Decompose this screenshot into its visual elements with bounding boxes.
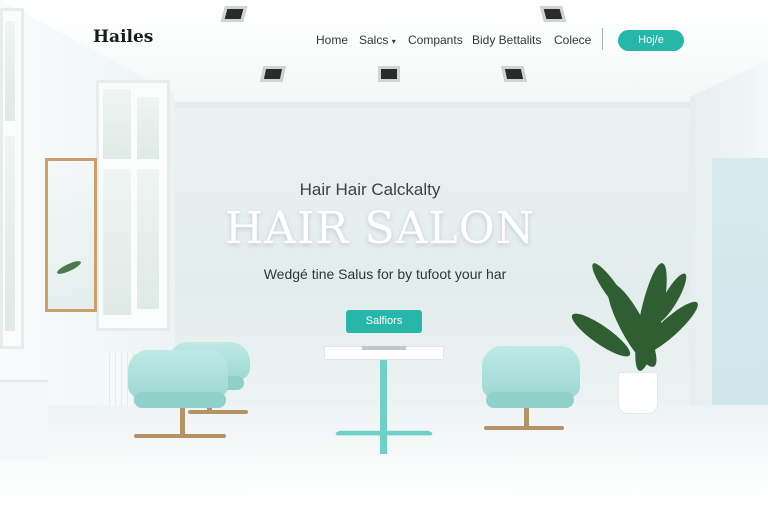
hero-cta-button[interactable]: Salfiors: [346, 310, 422, 333]
window-left-near: [96, 80, 170, 331]
window-pane: [5, 21, 15, 121]
ceiling-edge: [170, 102, 692, 108]
ceiling-spotlight: [539, 6, 567, 22]
doorway: [712, 158, 768, 408]
brand-logo[interactable]: Hailes: [93, 27, 153, 47]
hero-subtitle: Wedgé tine Salus for by tufoot your har: [263, 266, 507, 282]
nav-item-label: Salcs: [359, 33, 389, 47]
salon-chair-back: [128, 350, 228, 398]
window-pane: [137, 169, 159, 309]
table-leg: [380, 358, 387, 454]
window-left-far: [0, 8, 24, 349]
nav-cta-button[interactable]: Hoj/e: [618, 30, 684, 51]
salon-chair-post: [524, 408, 529, 428]
plant-pot: [618, 372, 658, 414]
wall-mirror: [45, 158, 97, 312]
laptop: [362, 346, 406, 350]
ceiling-spotlight: [378, 66, 400, 82]
salon-chair-back: [482, 346, 580, 398]
window-pane: [103, 169, 131, 315]
nav-divider: [602, 28, 603, 50]
window-pane: [5, 136, 15, 331]
salon-chair-base: [188, 410, 248, 414]
salon-chair-base: [134, 434, 226, 438]
window-pane: [103, 89, 131, 159]
mirror-plant-reflection: [55, 258, 83, 277]
chevron-down-icon: ▾: [391, 37, 396, 46]
salon-chair-base: [484, 426, 564, 430]
ceiling-spotlight: [220, 6, 248, 22]
nav-item-compants[interactable]: Compants: [408, 33, 463, 47]
hero-headline: HAIR SALON: [224, 203, 536, 254]
nav-item-bidy-bettalits[interactable]: Bidy Bettalits: [472, 33, 541, 47]
nav-item-home[interactable]: Home: [316, 33, 348, 47]
table-foot: [334, 430, 434, 436]
salon-chair-seat: [486, 392, 574, 408]
salon-chair-seat: [134, 392, 226, 408]
ceiling-spotlight: [260, 66, 286, 82]
hero-kicker: Hair Hair Calckalty: [299, 180, 441, 199]
window-pane: [137, 97, 159, 159]
nav-item-salcs[interactable]: Salcs ▾: [359, 33, 396, 47]
ceiling-spotlight: [501, 66, 527, 82]
window-bench: [0, 380, 48, 460]
nav-item-colece[interactable]: Colece: [554, 33, 591, 47]
salon-scene: Hailes Home Salcs ▾ Compants Bidy Bettal…: [0, 0, 768, 512]
salon-chair-post: [180, 408, 185, 436]
